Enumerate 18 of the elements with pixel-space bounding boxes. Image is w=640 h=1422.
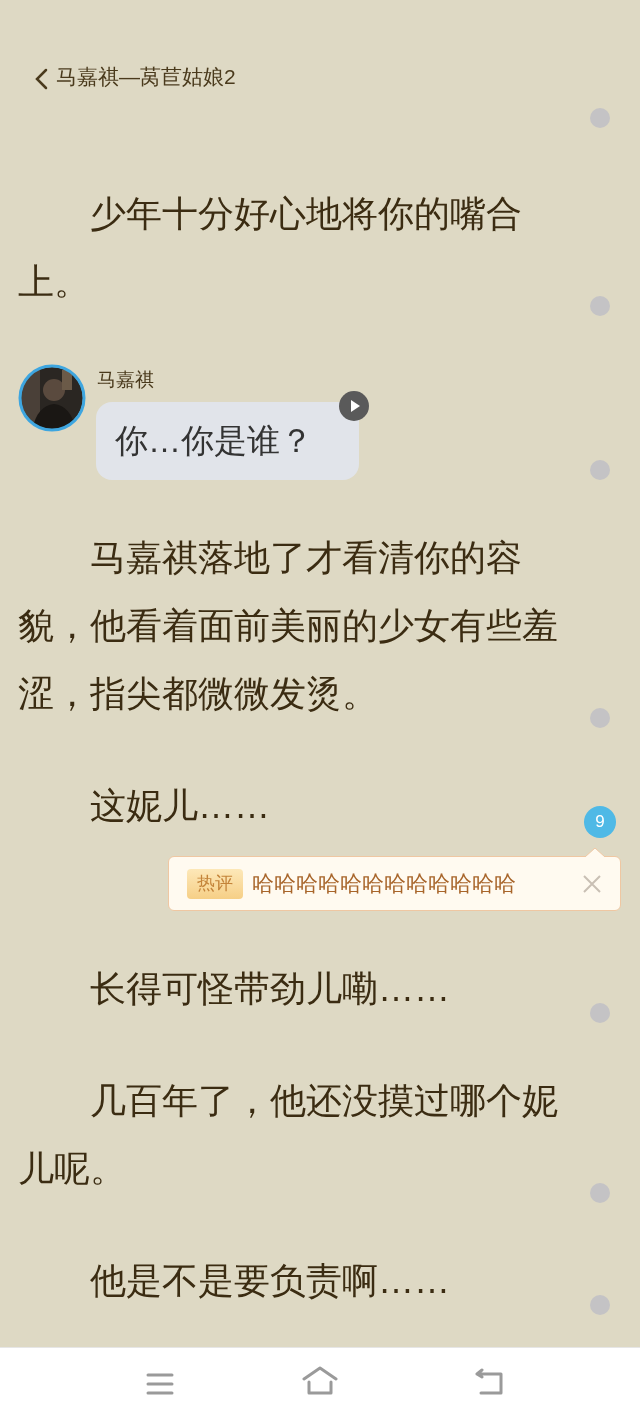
- chat-bubble: 你…你是谁？: [96, 402, 359, 480]
- paragraph: 长得可怪带劲儿嘞……: [89, 967, 451, 1011]
- back-icon[interactable]: [34, 68, 48, 90]
- speaker-name: 马嘉祺: [96, 368, 155, 392]
- play-icon[interactable]: [339, 391, 369, 421]
- hot-comment-tag: 热评: [187, 868, 243, 899]
- home-icon[interactable]: [302, 1366, 338, 1396]
- popup-pointer: [585, 848, 605, 857]
- hot-comment-popup[interactable]: 热评 哈哈哈哈哈哈哈哈哈哈哈哈: [168, 856, 621, 911]
- paragraph: 这妮儿……: [89, 784, 271, 828]
- close-icon[interactable]: [582, 874, 602, 894]
- paragraph: 少年十分好心地将你的嘴合上。: [18, 192, 523, 304]
- paragraph: 几百年了，他还没摸过哪个妮儿呢。: [18, 1079, 559, 1191]
- paragraph: 马嘉祺落地了才看清你的容貌，他看着面前美丽的少女有些羞涩，指尖都微微发烫。: [18, 536, 559, 716]
- menu-icon[interactable]: [146, 1372, 174, 1396]
- paragraph: 他是不是要负责啊……: [89, 1259, 451, 1303]
- hot-comment-text: 哈哈哈哈哈哈哈哈哈哈哈哈: [252, 870, 516, 898]
- chapter-title: 马嘉祺—莴苣姑娘2: [56, 64, 236, 90]
